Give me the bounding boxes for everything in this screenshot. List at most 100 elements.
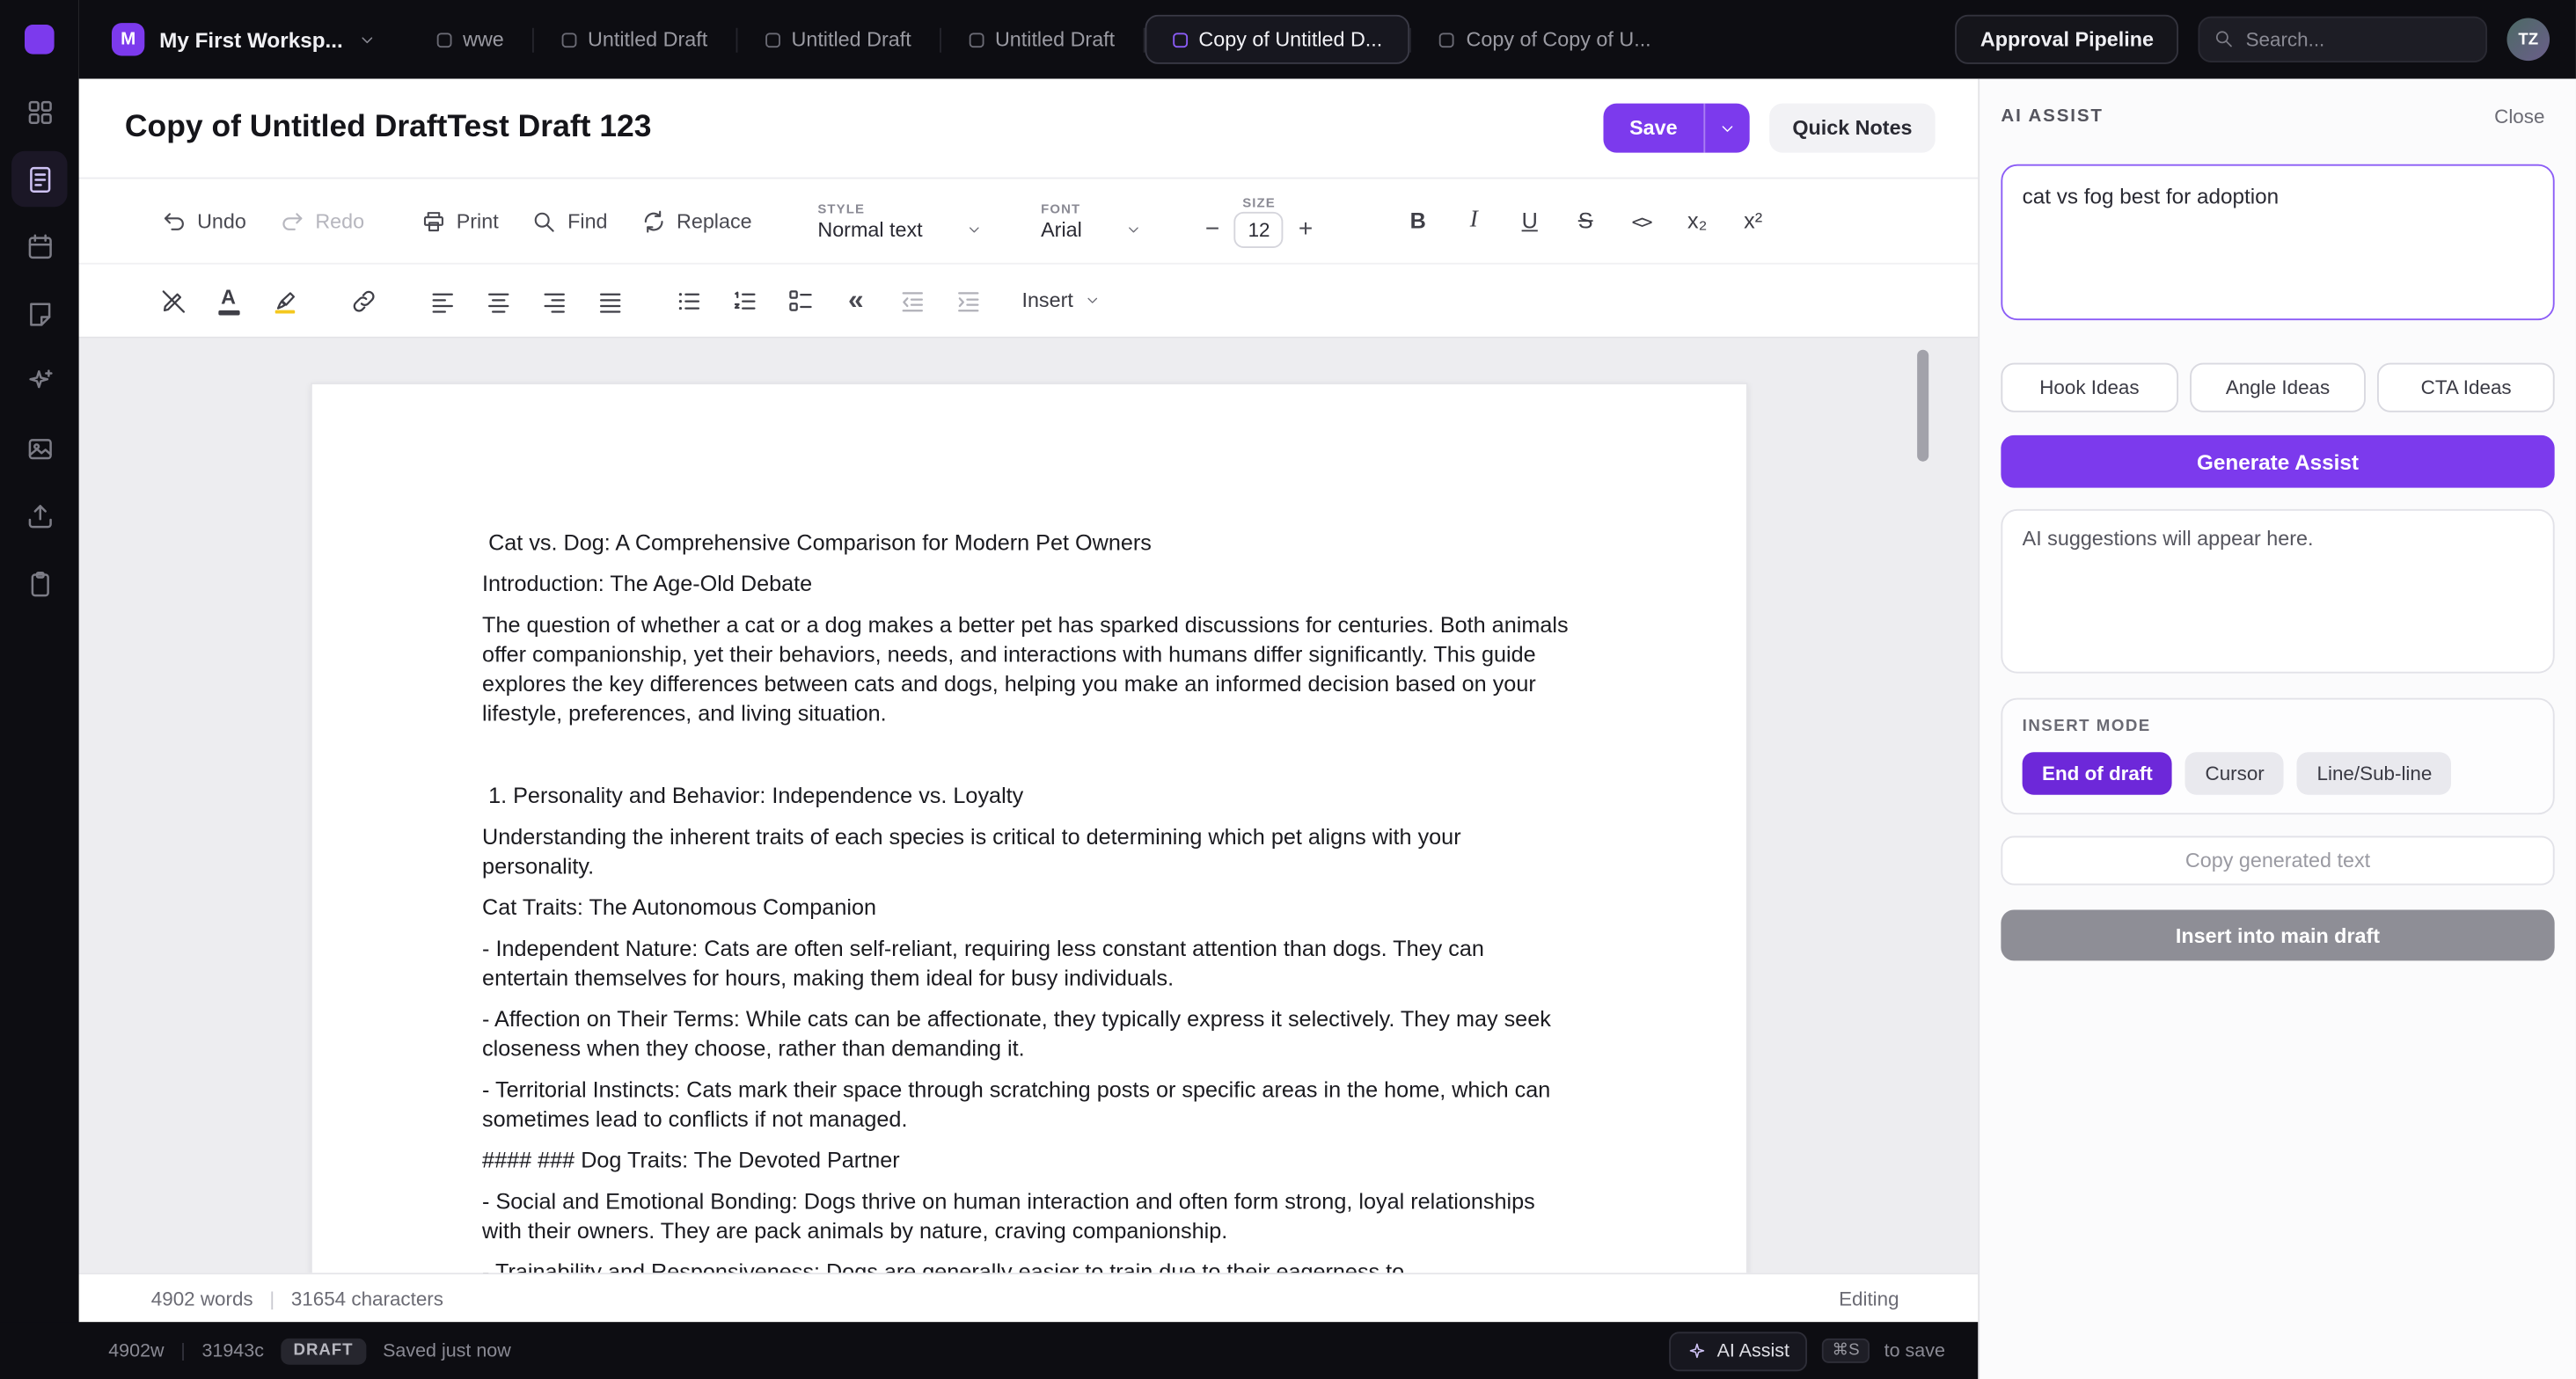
ai-assist-toggle-button[interactable]: AI Assist	[1669, 1331, 1807, 1370]
indent-icon	[954, 287, 982, 315]
tab-label: Copy of Untitled D...	[1198, 28, 1382, 51]
document-icon	[24, 164, 55, 194]
tab-copy-of-copy[interactable]: Copy of Copy of U...	[1412, 15, 1680, 64]
cta-ideas-button[interactable]: CTA Ideas	[2378, 363, 2555, 412]
sidebar-item-dashboard[interactable]	[11, 84, 67, 139]
link-button[interactable]	[339, 276, 388, 325]
underline-button[interactable]: U	[1505, 196, 1555, 245]
undo-button[interactable]: Undo	[148, 200, 260, 243]
style-dropdown[interactable]: STYLE Normal text	[817, 201, 982, 241]
indent-button[interactable]	[943, 276, 992, 325]
avatar[interactable]: TZ	[2506, 18, 2550, 62]
sidebar-item-calendar[interactable]	[11, 218, 67, 274]
tab-copy-of-untitled[interactable]: Copy of Untitled D...	[1145, 15, 1410, 64]
highlight-button[interactable]	[260, 276, 309, 325]
align-right-button[interactable]	[529, 276, 578, 325]
size-input[interactable]	[1234, 211, 1284, 247]
code-button[interactable]: <>	[1617, 196, 1666, 245]
tab-wwe[interactable]: wwe	[408, 15, 531, 64]
angle-ideas-button[interactable]: Angle Ideas	[2189, 363, 2366, 412]
superscript-button[interactable]: x²	[1729, 196, 1778, 245]
chevron-down-icon	[1085, 292, 1101, 309]
replace-button[interactable]: Replace	[627, 200, 765, 243]
page-title: Copy of Untitled DraftTest Draft 123	[125, 110, 1603, 146]
subscript-button[interactable]: x₂	[1672, 196, 1722, 245]
size-increase-button[interactable]: +	[1293, 215, 1318, 244]
calendar-icon	[24, 230, 55, 261]
clear-formatting-button[interactable]	[148, 276, 197, 325]
sidebar-item-drafts[interactable]	[11, 151, 67, 207]
approval-pipeline-button[interactable]: Approval Pipeline	[1956, 15, 2178, 64]
ai-prompt-input[interactable]: cat vs fog best for adoption	[2001, 164, 2554, 320]
save-shortcut-text: to save	[1884, 1341, 1945, 1361]
insert-mode-label: INSERT MODE	[2023, 718, 2534, 736]
document-page[interactable]: Cat vs. Dog: A Comprehensive Comparison …	[310, 383, 1747, 1273]
doc-paragraph: Understanding the inherent traits of eac…	[482, 823, 1575, 882]
editor-area: Copy of Untitled DraftTest Draft 123 Sav…	[79, 79, 1979, 1323]
workspace-switcher[interactable]: M My First Worksp...	[112, 23, 376, 55]
bullet-list-button[interactable]	[663, 276, 713, 325]
tab-label: Copy of Copy of U...	[1467, 28, 1651, 51]
tab-icon	[1173, 32, 1188, 47]
sidebar-item-ai-tools[interactable]	[11, 353, 67, 408]
sidebar-item-tasks[interactable]	[11, 555, 67, 610]
font-dropdown[interactable]: FONT Arial	[1041, 201, 1141, 241]
sidebar-item-media[interactable]	[11, 420, 67, 476]
outdent-button[interactable]	[887, 276, 936, 325]
insert-label: Insert	[1021, 289, 1072, 312]
checklist-button[interactable]	[775, 276, 824, 325]
editor-status-bar: 4902 words | 31654 characters Editing	[79, 1273, 1979, 1322]
bold-button[interactable]: B	[1394, 196, 1443, 245]
numbered-list-button[interactable]	[720, 276, 769, 325]
doc-paragraph: - Social and Emotional Bonding: Dogs thr…	[482, 1187, 1575, 1246]
insert-mode-cursor[interactable]: Cursor	[2185, 752, 2284, 795]
bottom-status-bar: 4902w | 31943c DRAFT Saved just now AI A…	[0, 1322, 1978, 1379]
toolbar-row-2: A « Insert	[79, 265, 1979, 337]
redo-button[interactable]: Redo	[266, 200, 377, 243]
doc-paragraph: Introduction: The Age-Old Debate	[482, 570, 1575, 600]
tab-label: Untitled Draft	[791, 28, 911, 51]
text-color-button[interactable]: A	[204, 276, 253, 325]
tab-icon	[1440, 32, 1455, 47]
size-decrease-button[interactable]: −	[1200, 215, 1225, 244]
blockquote-button[interactable]: «	[831, 276, 881, 325]
align-center-button[interactable]	[473, 276, 523, 325]
doc-paragraph: Cat Traits: The Autonomous Companion	[482, 894, 1575, 923]
align-right-icon	[539, 287, 567, 315]
save-dropdown-button[interactable]	[1704, 104, 1750, 153]
align-left-button[interactable]	[417, 276, 466, 325]
tab-icon	[969, 32, 984, 47]
save-shortcut-kbd: ⌘S	[1822, 1339, 1870, 1363]
insert-into-draft-button[interactable]: Insert into main draft	[2001, 909, 2554, 960]
print-button[interactable]: Print	[407, 200, 512, 243]
sidebar-item-notes[interactable]	[11, 286, 67, 341]
find-button[interactable]: Find	[518, 200, 620, 243]
insert-dropdown[interactable]: Insert	[1021, 289, 1101, 312]
tab-untitled-draft-1[interactable]: Untitled Draft	[533, 15, 735, 64]
insert-mode-end-of-draft[interactable]: End of draft	[2023, 752, 2173, 795]
undo-icon	[161, 208, 187, 234]
chevron-down-icon	[1124, 221, 1141, 237]
quick-notes-button[interactable]: Quick Notes	[1769, 104, 1935, 153]
generate-assist-button[interactable]: Generate Assist	[2001, 435, 2554, 488]
italic-button[interactable]: I	[1449, 196, 1498, 245]
hook-ideas-button[interactable]: Hook Ideas	[2001, 363, 2177, 412]
strikethrough-button[interactable]: S	[1561, 196, 1610, 245]
ai-suggestions-box: AI suggestions will appear here.	[2001, 509, 2554, 674]
save-button[interactable]: Save	[1603, 104, 1703, 153]
tab-label: Untitled Draft	[995, 28, 1115, 51]
vertical-scrollbar[interactable]	[1917, 350, 1928, 462]
doc-paragraph: - Territorial Instincts: Cats mark their…	[482, 1076, 1575, 1135]
insert-mode-line-subline[interactable]: Line/Sub-line	[2297, 752, 2452, 795]
app-logo[interactable]	[25, 25, 55, 55]
close-button[interactable]: Close	[2485, 104, 2555, 130]
tab-untitled-draft-2[interactable]: Untitled Draft	[737, 15, 940, 64]
doc-paragraph: - Affection on Their Terms: While cats c…	[482, 1005, 1575, 1064]
sidebar-item-export[interactable]	[11, 488, 67, 544]
sparkles-icon	[24, 365, 55, 396]
search-input[interactable]	[2198, 17, 2487, 62]
copy-generated-text-button[interactable]: Copy generated text	[2001, 835, 2554, 885]
print-icon	[421, 208, 447, 234]
tab-untitled-draft-3[interactable]: Untitled Draft	[940, 15, 1143, 64]
align-justify-button[interactable]	[585, 276, 634, 325]
